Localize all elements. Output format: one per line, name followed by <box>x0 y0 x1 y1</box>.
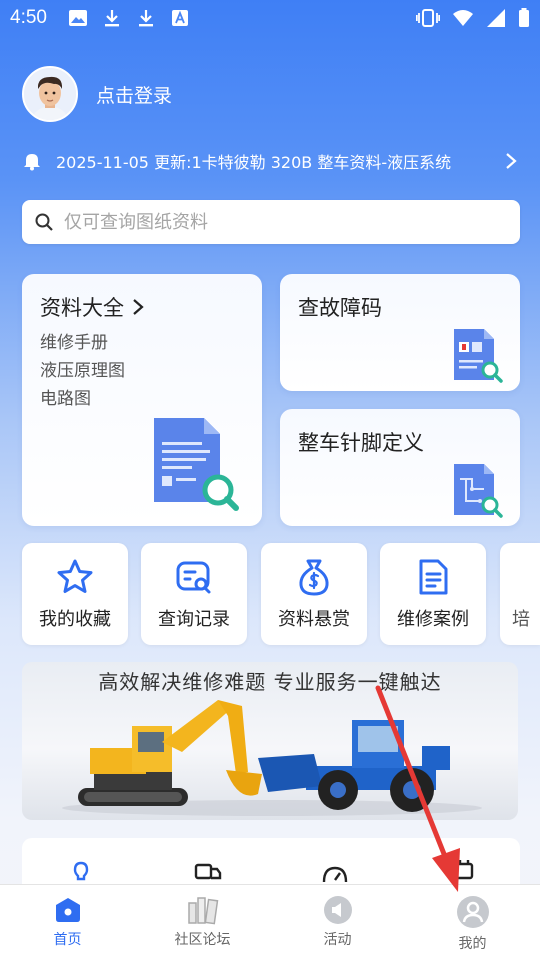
tab-home-label: 首页 <box>53 932 82 948</box>
quick-bounty-label: 资料悬赏 <box>278 609 350 630</box>
login-profile[interactable]: 点击登录 <box>22 66 172 122</box>
star-icon <box>57 559 93 593</box>
tab-community-forum-label: 社区论坛 <box>174 932 231 948</box>
status-bar: 4:50 <box>0 0 540 38</box>
card-pin-definition[interactable]: 整车针脚定义 <box>280 409 520 526</box>
gauge-icon[interactable] <box>321 862 349 886</box>
quick-search-history-label: 查询记录 <box>158 609 230 630</box>
card-all-materials-title: 资料大全 <box>40 296 124 320</box>
quick-repair-cases-label: 维修案例 <box>397 609 469 630</box>
tab-mine[interactable]: 我的 <box>405 885 540 960</box>
tab-home[interactable]: 首页 <box>0 885 135 960</box>
money-bag-icon <box>299 559 329 596</box>
books-icon <box>187 897 218 925</box>
wifi-icon <box>453 10 473 26</box>
card-pin-definition-title: 整车针脚定义 <box>298 431 424 455</box>
quick-partial-item[interactable]: 培 <box>500 543 540 645</box>
signal-icon <box>487 9 505 27</box>
material-item-circuit-diagram[interactable]: 电路图 <box>40 384 91 409</box>
quick-repair-cases[interactable]: 维修案例 <box>380 543 486 645</box>
download-icon <box>139 10 153 27</box>
user-icon <box>456 896 489 928</box>
megaphone-icon <box>323 896 352 924</box>
tab-mine-label: 我的 <box>458 936 487 952</box>
chevron-right-icon <box>506 153 517 169</box>
card-all-materials[interactable]: 资料大全 维修手册 液压原理图 电路图 <box>22 274 262 526</box>
notice-text: 2025-11-05 更新:1卡特彼勒 320B 整车资料-液压系统 <box>56 153 452 172</box>
chevron-right-icon <box>133 299 144 315</box>
image-icon <box>69 10 87 26</box>
notice-bar[interactable]: 2025-11-05 更新:1卡特彼勒 320B 整车资料-液压系统 <box>22 146 518 176</box>
machinery-illustration <box>62 700 482 816</box>
document-search-icon <box>154 418 239 511</box>
download-icon <box>105 10 119 27</box>
tab-activity[interactable]: 活动 <box>270 885 405 960</box>
promo-banner[interactable]: 高效解决维修难题 专业服务一键触达 <box>22 662 518 820</box>
app-a-icon <box>172 10 188 26</box>
bottom-tab-bar: 首页 社区论坛 活动 我的 <box>0 884 540 960</box>
avatar[interactable] <box>22 66 78 122</box>
tab-community-forum[interactable]: 社区论坛 <box>135 885 270 960</box>
quick-search-history[interactable]: 查询记录 <box>141 543 247 645</box>
search-record-icon <box>176 561 211 594</box>
login-text[interactable]: 点击登录 <box>96 81 172 108</box>
card-fault-code-title: 查故障码 <box>298 296 382 320</box>
battery-icon <box>519 8 529 27</box>
vibrate-icon <box>416 9 440 27</box>
search-input[interactable] <box>64 211 484 233</box>
home-icon <box>55 898 80 922</box>
status-time: 4:50 <box>10 7 47 28</box>
material-item-repair-manual[interactable]: 维修手册 <box>40 328 108 353</box>
lightbulb-icon[interactable] <box>70 860 92 884</box>
card-fault-code[interactable]: 查故障码 <box>280 274 520 391</box>
document-icon <box>419 559 448 595</box>
quick-partial-label: 培 <box>512 609 530 630</box>
chip-icon[interactable] <box>450 858 478 882</box>
fault-code-document-icon <box>454 329 503 383</box>
search-icon <box>35 213 53 231</box>
material-item-hydraulic-diagram[interactable]: 液压原理图 <box>40 356 125 381</box>
truck-icon[interactable] <box>194 860 222 884</box>
bell-icon <box>24 154 40 171</box>
quick-favorites-label: 我的收藏 <box>39 609 111 630</box>
quick-bounty[interactable]: 资料悬赏 <box>261 543 367 645</box>
search-bar[interactable] <box>22 200 520 244</box>
quick-favorites[interactable]: 我的收藏 <box>22 543 128 645</box>
pin-diagram-document-icon <box>454 464 503 518</box>
tab-activity-label: 活动 <box>323 932 352 948</box>
